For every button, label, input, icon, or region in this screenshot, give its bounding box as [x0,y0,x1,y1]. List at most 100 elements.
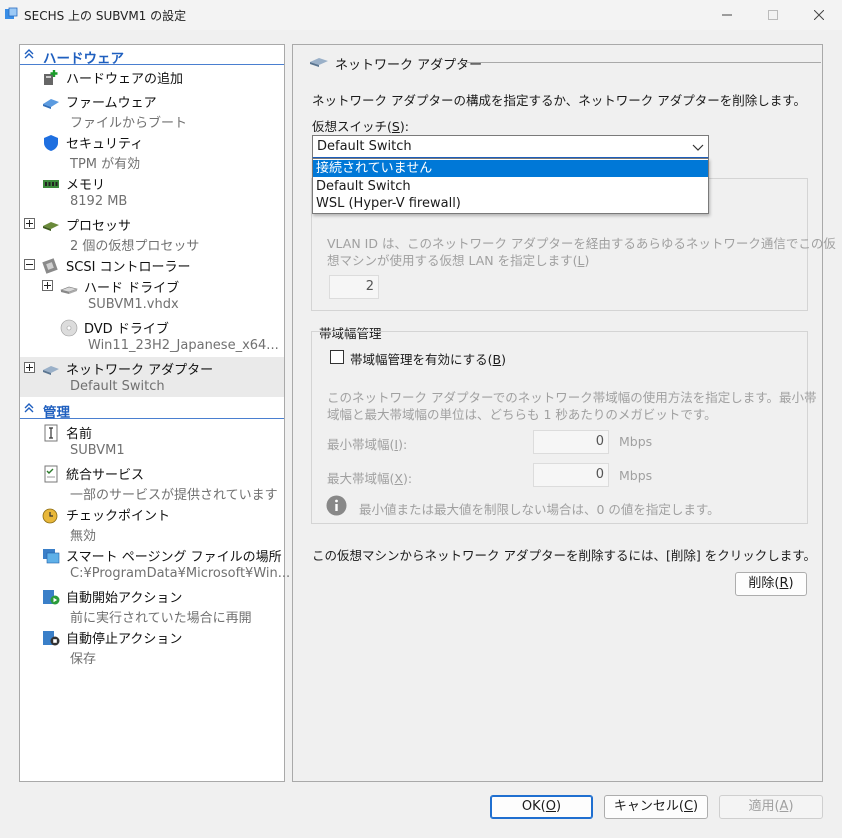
tree-item-dvd-drive[interactable]: DVD ドライブ Win11_23H2_Japanese_x64... [20,316,284,356]
tree-item-label: 自動開始アクション [66,591,183,606]
tree-item-sublabel: 前に実行されていた場合に再開 [70,611,252,626]
apply-button: 適用(A) [719,795,823,819]
tree-item-label: セキュリティ [66,137,144,152]
firmware-icon [43,99,59,109]
virtual-switch-label: 仮想スイッチ(S): [312,119,409,134]
tree-item-network-adapter[interactable]: ネットワーク アダプター Default Switch [20,357,284,397]
minimize-icon [722,14,732,16]
management-section-label: 管理 [43,405,70,421]
tree-item-hard-drive[interactable]: ハード ドライブ SUBVM1.vhdx [20,275,284,315]
maximize-button [750,0,796,30]
tree-item-sublabel: SUBVM1.vhdx [88,297,179,312]
tree-item-label: ハードウェアの追加 [66,72,184,87]
bandwidth-info-text: 最小値または最大値を制限しない場合は、0 の値を指定します。 [359,502,720,517]
hardware-section-header[interactable]: ハードウェア [20,45,284,67]
tree-item-sublabel: 8192 MB [70,194,128,209]
integration-services-icon [44,465,58,483]
vlan-id-input[interactable]: 2 [329,275,379,299]
tree-item-processor[interactable]: プロセッサ 2 個の仮想プロセッサ [20,213,284,254]
tree-item-sublabel: TPM が有効 [70,157,141,172]
bandwidth-enable-label: 帯域幅管理を有効にする(B) [350,352,506,367]
expand-icon[interactable] [24,362,35,373]
info-icon [326,495,347,516]
tree-item-sublabel: C:¥ProgramData¥Microsoft¥Win... [70,566,291,581]
tree-item-label: チェックポイント [66,509,171,524]
minimize-button[interactable] [704,0,750,30]
dvd-drive-icon [60,319,78,337]
tree-item-sublabel: ファイルからブート [70,116,188,131]
tree-item-sublabel: SUBVM1 [70,443,125,458]
tree-item-memory[interactable]: メモリ 8192 MB [20,172,284,212]
tree-item-label: SCSI コントローラー [66,260,191,275]
title-bar: SECHS 上の SUBVM1 の設定 [0,0,842,30]
tree-item-smart-paging[interactable]: スマート ページング ファイルの場所 C:¥ProgramData¥Micros… [20,544,290,584]
chevron-down-icon [692,144,704,151]
tree-item-sublabel: 保存 [70,652,97,667]
tree-item-label: 名前 [66,427,93,442]
remove-button[interactable]: 削除(R) [735,572,807,596]
network-adapter-icon [43,366,59,375]
settings-tree: ハードウェア ハードウェアの追加 ファームウェア ファイルからブート セキュリテ… [19,44,290,782]
tree-item-sublabel: 2 個の仮想プロセッサ [70,239,200,254]
tree-item-label: 自動停止アクション [66,632,183,647]
collapse-icon[interactable] [24,259,35,270]
tree-item-integration-services[interactable]: 統合サービス 一部のサービスが提供されています [20,462,284,503]
tree-item-sublabel: Win11_23H2_Japanese_x64... [88,338,279,353]
hyper-v-settings-icon [5,7,18,19]
cancel-button[interactable]: キャンセル(C) [604,795,708,819]
window-title: SECHS 上の SUBVM1 の設定 [24,9,187,23]
name-icon [44,424,58,442]
auto-stop-icon [43,631,60,646]
virtual-switch-options: 接続されていません Default Switch WSL (Hyper-V fi… [312,158,709,214]
expand-icon[interactable] [42,280,53,291]
switch-option-wsl[interactable]: WSL (Hyper-V firewall) [313,195,708,212]
tree-item-label: ハード ドライブ [84,281,180,296]
management-section-header[interactable]: 管理 [20,399,284,421]
network-adapter-icon [310,58,328,67]
checkpoint-icon [42,508,58,524]
bandwidth-enable-checkbox[interactable] [330,350,344,364]
expand-icon[interactable] [24,218,35,229]
tree-item-security[interactable]: セキュリティ TPM が有効 [20,131,284,172]
tree-item-auto-start[interactable]: 自動開始アクション 前に実行されていた場合に再開 [20,585,284,626]
processor-icon [43,222,59,231]
pane-header: ネットワーク アダプター [335,58,483,73]
close-button[interactable] [796,0,842,30]
min-bandwidth-input[interactable]: 0 [533,430,609,454]
remove-instruction: この仮想マシンからネットワーク アダプターを削除するには、[削除] をクリックし… [312,548,816,563]
max-bandwidth-input[interactable]: 0 [533,463,609,487]
tree-item-auto-stop[interactable]: 自動停止アクション 保存 [20,626,284,667]
tree-item-label: DVD ドライブ [84,322,169,337]
tree-item-label: スマート ページング ファイルの場所 [66,550,282,565]
header-divider [459,62,821,63]
tree-item-sublabel: 無効 [70,529,97,544]
auto-start-icon [43,590,60,605]
close-icon [814,10,824,20]
max-bandwidth-unit: Mbps [619,468,653,483]
collapse-chevron-icon [24,403,34,413]
min-bandwidth-unit: Mbps [619,434,653,449]
max-bandwidth-label: 最大帯域幅(X): [327,471,413,486]
shield-icon [44,135,58,151]
switch-option-not-connected[interactable]: 接続されていません [313,160,708,177]
vlan-description-2: 想マシンが使用する仮想 LAN を指定します(L) [327,253,590,268]
scsi-controller-icon [42,258,58,274]
tree-item-label: プロセッサ [66,219,132,234]
tree-item-name[interactable]: 名前 SUBVM1 [20,421,284,461]
pane-description: ネットワーク アダプターの構成を指定するか、ネットワーク アダプターを削除します… [312,93,806,108]
collapse-chevron-icon [24,49,34,59]
min-bandwidth-label: 最小帯域幅(I): [327,437,408,452]
tree-item-label: ファームウェア [66,96,157,111]
ok-button[interactable]: OK(O) [490,795,593,819]
maximize-icon [768,10,778,20]
virtual-switch-value: Default Switch [317,139,412,154]
tree-item-sublabel: 一部のサービスが提供されています [70,488,278,503]
tree-item-label: 統合サービス [66,468,145,483]
virtual-switch-dropdown[interactable]: Default Switch [312,135,709,159]
tree-item-sublabel: Default Switch [70,379,165,394]
tree-item-checkpoint[interactable]: チェックポイント 無効 [20,503,284,544]
tree-item-firmware[interactable]: ファームウェア ファイルからブート [20,90,284,131]
switch-option-default[interactable]: Default Switch [313,178,708,195]
tree-item-label: ネットワーク アダプター [66,363,214,378]
tree-item-label: メモリ [66,178,106,193]
